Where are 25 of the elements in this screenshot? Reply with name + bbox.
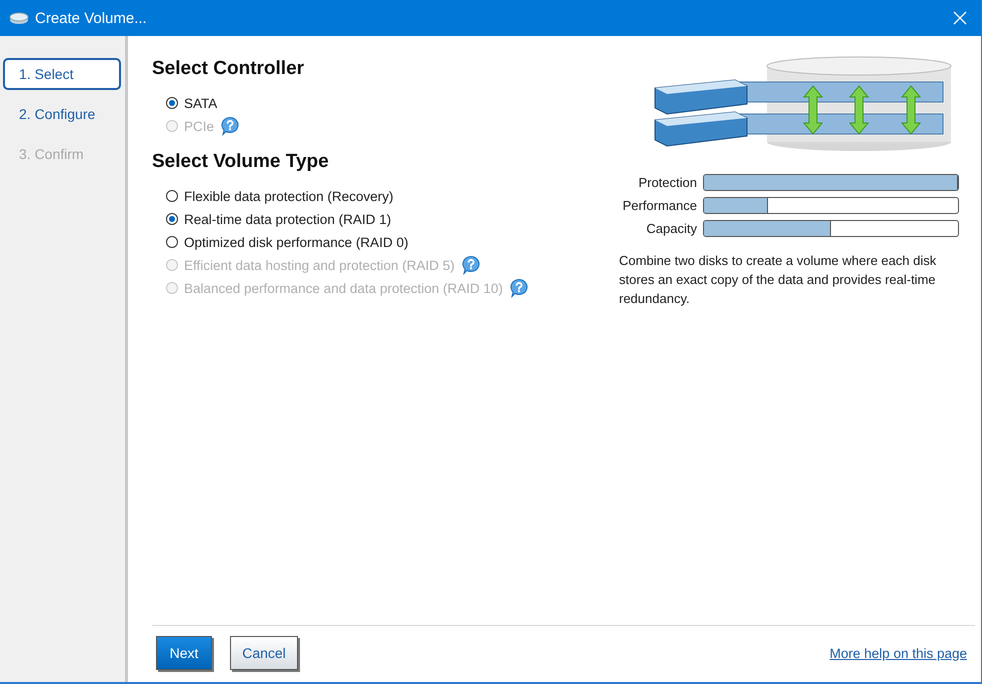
radio-label: PCIe bbox=[184, 118, 214, 134]
volume-description: Combine two disks to create a volume where each disk stores an exact copy of the data and provides real-time redundancy. bbox=[619, 252, 938, 308]
meter-label: Capacity bbox=[645, 221, 697, 236]
step-tab[interactable]: 2. Configure bbox=[3, 98, 121, 130]
help-link[interactable]: More help on this page bbox=[830, 646, 967, 660]
next-button[interactable]: Next bbox=[156, 636, 212, 670]
radio-label: Real-time data protection (RAID 1) bbox=[184, 212, 392, 226]
radio-label: Optimized disk performance (RAID 0) bbox=[184, 234, 408, 250]
radio-button[interactable] bbox=[166, 236, 178, 248]
step-tab[interactable]: 1. Select bbox=[3, 58, 121, 90]
meter-label: Performance bbox=[622, 198, 697, 213]
radio-button[interactable] bbox=[166, 213, 178, 225]
section-heading: Select Volume Type bbox=[152, 151, 330, 173]
radio-label: Efficient data hosting and protection (RAID 5) bbox=[184, 258, 455, 272]
window-title: Create Volume... bbox=[35, 10, 148, 26]
radio-button[interactable] bbox=[166, 190, 178, 202]
meter-label: Protection bbox=[637, 175, 697, 190]
radio-label: Balanced performance and data protection (RAID 10) bbox=[184, 280, 503, 296]
radio-label: Flexible data protection (Recovery) bbox=[184, 188, 394, 204]
section-heading: Select Controller bbox=[152, 58, 306, 80]
cancel-button[interactable]: Cancel bbox=[230, 636, 298, 670]
radio-button[interactable] bbox=[166, 97, 178, 109]
close-icon[interactable] bbox=[953, 11, 967, 25]
radio-label: SATA bbox=[184, 96, 218, 110]
disk-icon bbox=[9, 11, 29, 25]
